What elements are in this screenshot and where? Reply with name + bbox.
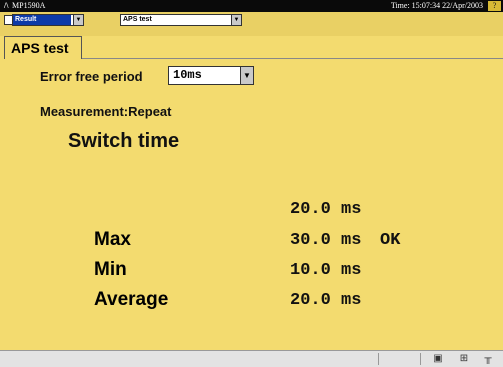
result-select-value: Result <box>13 15 71 25</box>
status-bar: ▣ ⊞ ╥ <box>0 350 503 367</box>
min-value: 10.0 ms <box>290 261 362 280</box>
anritsu-logo-icon: /\ <box>4 1 9 10</box>
test-select[interactable]: APS test ▼ <box>120 14 242 26</box>
measurement-mode-label: Measurement:Repeat <box>40 104 172 119</box>
tab-aps-test[interactable]: APS test <box>4 36 82 59</box>
title-bar: /\ MP1590A Time: 15:07:34 22/Apr/2003 ? <box>0 0 503 12</box>
status-divider <box>420 353 421 365</box>
chevron-down-icon[interactable]: ▼ <box>73 15 83 25</box>
status-divider <box>378 353 379 365</box>
tab-divider <box>82 58 503 59</box>
max-status: OK <box>380 231 401 250</box>
clock-label: Time: 15:07:34 22/Apr/2003 <box>390 1 483 10</box>
toolbar: Result ▼ APS test ▼ <box>0 12 503 36</box>
chevron-down-icon[interactable]: ▼ <box>240 67 253 84</box>
error-free-period-value: 10ms <box>173 68 202 82</box>
switch-time-title: Switch time <box>68 130 180 152</box>
help-icon[interactable]: ? <box>488 1 501 11</box>
average-label: Average <box>94 289 169 310</box>
error-free-period-select[interactable]: 10ms ▼ <box>168 66 254 85</box>
app-name: MP1590A <box>12 1 46 10</box>
window-icon[interactable]: ⊞ <box>456 353 472 365</box>
average-value: 20.0 ms <box>290 291 362 310</box>
min-label: Min <box>94 259 127 280</box>
current-switch-time-value: 20.0 ms <box>290 200 362 219</box>
max-value: 30.0 ms <box>290 231 362 250</box>
settings-icon[interactable]: ╥ <box>480 353 496 365</box>
result-select[interactable]: Result ▼ <box>12 14 84 26</box>
chevron-down-icon[interactable]: ▼ <box>231 15 241 25</box>
max-label: Max <box>94 229 131 250</box>
test-select-value: APS test <box>123 16 152 23</box>
error-free-period-label: Error free period <box>40 69 143 84</box>
printer-icon[interactable]: ▣ <box>430 353 446 365</box>
